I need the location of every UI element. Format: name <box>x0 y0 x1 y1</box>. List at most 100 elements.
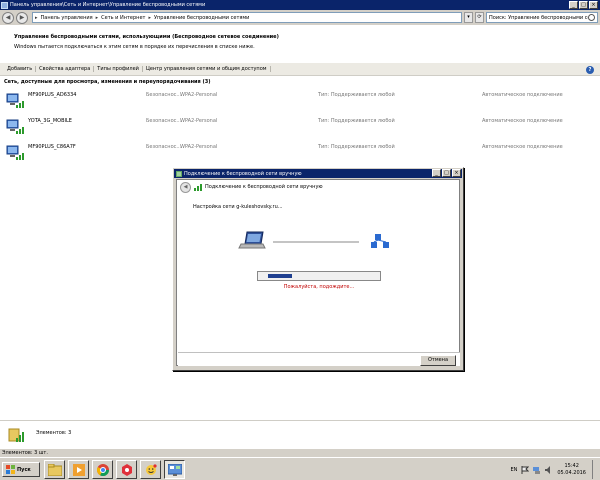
search-input[interactable]: Поиск: Управление беспроводными сетями <box>486 12 598 23</box>
help-icon[interactable]: ? <box>586 66 594 74</box>
clock[interactable]: 15:42 05.04.2016 <box>557 463 586 477</box>
connection-progress-bar <box>257 271 381 281</box>
add-button[interactable]: Добавить <box>4 66 37 72</box>
taskbar-chrome-button[interactable] <box>92 460 113 479</box>
network-auth: WPA2-Personal <box>180 144 218 150</box>
media-player-icon <box>72 463 85 476</box>
page-title: Управление беспроводными сетями, использ… <box>14 34 279 40</box>
taskbar-control-panel-button[interactable] <box>164 460 185 479</box>
clock-time: 15:42 <box>564 462 579 469</box>
address-bar[interactable]: ▸ Панель управления ▸ Сеть и Интернет ▸ … <box>32 12 462 23</box>
status-bar: Элементов: 3 шт. <box>0 448 600 457</box>
list-item[interactable]: MF90PLUS_C86A7F Безопаснос... WPA2-Perso… <box>0 141 600 163</box>
taskbar-media-button[interactable] <box>68 460 89 479</box>
dialog-header-text: Подключение к беспроводной сети вручную <box>205 184 323 190</box>
network-center-link[interactable]: Центр управления сетями и общим доступом <box>143 66 271 72</box>
dialog-titlebar: Подключение к беспроводной сети вручную … <box>174 169 462 178</box>
dialog-header: ◀ Подключение к беспроводной сети вручну… <box>177 180 461 194</box>
profile-types-button[interactable]: Типы профилей <box>94 66 143 72</box>
network-auth: WPA2-Personal <box>180 92 218 98</box>
control-panel-icon <box>167 463 182 476</box>
volume-tray-icon[interactable] <box>545 465 553 474</box>
wait-message: Пожалуйста, подождите... <box>283 284 355 290</box>
wireless-connect-icon <box>194 184 202 191</box>
search-icon[interactable] <box>588 14 595 21</box>
status-text: Элементов: 3 шт. <box>2 450 48 456</box>
network-tray-icon[interactable] <box>533 466 541 474</box>
folder-icon: ▸ <box>35 14 38 21</box>
dialog-icon <box>176 170 182 177</box>
breadcrumb-wireless-networks[interactable]: Управление беспроводными сетями <box>154 15 249 21</box>
network-group-header: Сеть, доступные для просмотра, изменения… <box>4 79 211 85</box>
wireless-folder-icon <box>8 428 24 442</box>
start-label: Пуск <box>17 466 31 473</box>
search-placeholder: Поиск: Управление беспроводными сетями <box>489 14 588 21</box>
app-hexagon-icon <box>121 463 132 476</box>
breadcrumb-control-panel[interactable]: Панель управления <box>41 15 93 21</box>
taskbar-app-button[interactable] <box>116 460 137 479</box>
dialog-title: Подключение к беспроводной сети вручную <box>184 170 302 177</box>
window-title: Панель управления\Сеть и Интернет\Управл… <box>10 2 206 8</box>
network-security: Безопаснос... <box>146 92 182 98</box>
taskbar-explorer-button[interactable] <box>44 460 65 479</box>
control-panel-icon <box>1 1 8 9</box>
flag-tray-icon[interactable] <box>521 465 530 474</box>
refresh-button[interactable]: ⟳ <box>475 12 484 23</box>
cancel-button[interactable]: Отмена <box>420 355 456 366</box>
details-count: Элементов: 3 <box>36 430 72 436</box>
breadcrumb-separator-icon[interactable]: ▸ <box>148 15 151 21</box>
chat-face-icon <box>145 463 157 475</box>
folder-icon <box>47 463 62 476</box>
dialog-body: ◀ Подключение к беспроводной сети вручну… <box>176 179 460 366</box>
taskbar-chat-button[interactable] <box>140 460 161 479</box>
network-mode: Автоматическое подключение <box>482 144 563 150</box>
breadcrumb-separator-icon[interactable]: ▸ <box>96 15 99 21</box>
network-name: YOTA_3G_MOBILE <box>28 118 72 124</box>
show-desktop-button[interactable] <box>592 460 598 479</box>
network-security: Безопаснос... <box>146 144 182 150</box>
dialog-maximize-button[interactable]: □ <box>442 169 451 177</box>
wireless-network-icon <box>6 145 24 160</box>
progress-fill <box>268 274 293 278</box>
system-tray: EN 15:42 05.04.2016 <box>510 460 598 479</box>
setup-status-text: Настройка сети g-kuleshovsky.ru... <box>193 204 283 210</box>
start-button[interactable]: Пуск <box>2 462 40 477</box>
network-mode: Автоматическое подключение <box>482 118 563 124</box>
wireless-network-icon <box>6 93 24 108</box>
dialog-footer: Отмена <box>178 352 460 366</box>
dialog-minimize-button[interactable]: _ <box>432 169 441 177</box>
dialog-back-button[interactable]: ◀ <box>180 181 191 193</box>
maximize-button[interactable]: □ <box>579 1 588 9</box>
command-toolbar: Добавить Свойства адаптера Типы профилей… <box>0 63 600 76</box>
close-button[interactable]: × <box>589 1 598 9</box>
forward-button[interactable]: ▶ <box>16 11 28 24</box>
language-indicator[interactable]: EN <box>510 467 517 473</box>
address-toolbar: ◀ ▶ ▸ Панель управления ▸ Сеть и Интерне… <box>0 10 600 25</box>
dialog-close-button[interactable]: × <box>452 169 461 177</box>
network-router-icon <box>371 234 389 248</box>
windows-flag-icon <box>6 465 15 474</box>
chrome-icon <box>96 463 109 476</box>
laptop-icon <box>238 231 266 249</box>
window-titlebar: Панель управления\Сеть и Интернет\Управл… <box>0 0 600 10</box>
taskbar: Пуск EN 15:42 05.04.2016 <box>0 457 600 480</box>
adapter-properties-button[interactable]: Свойства адаптера <box>36 66 95 72</box>
wireless-network-icon <box>6 119 24 134</box>
list-item[interactable]: YOTA_3G_MOBILE Безопаснос... WPA2-Person… <box>0 115 600 137</box>
list-item[interactable]: MF90PLUS_AD6334 Безопаснос... WPA2-Perso… <box>0 89 600 111</box>
network-name: MF90PLUS_C86A7F <box>28 144 76 150</box>
connection-animation <box>238 231 389 249</box>
minimize-button[interactable]: _ <box>569 1 578 9</box>
manual-connect-dialog: Подключение к беспроводной сети вручную … <box>172 167 464 371</box>
network-name: MF90PLUS_AD6334 <box>28 92 77 98</box>
network-type: Тип: Поддерживается любой <box>318 118 395 124</box>
back-button[interactable]: ◀ <box>2 11 14 24</box>
breadcrumb-network-internet[interactable]: Сеть и Интернет <box>101 15 145 21</box>
page-subtitle: Windows пытается подключаться к этим сет… <box>14 44 255 50</box>
details-pane: Элементов: 3 <box>0 420 600 448</box>
address-dropdown-button[interactable]: ▾ <box>464 12 473 23</box>
network-mode: Автоматическое подключение <box>482 92 563 98</box>
network-type: Тип: Поддерживается любой <box>318 92 395 98</box>
network-type: Тип: Поддерживается любой <box>318 144 395 150</box>
clock-date: 05.04.2016 <box>557 469 586 476</box>
